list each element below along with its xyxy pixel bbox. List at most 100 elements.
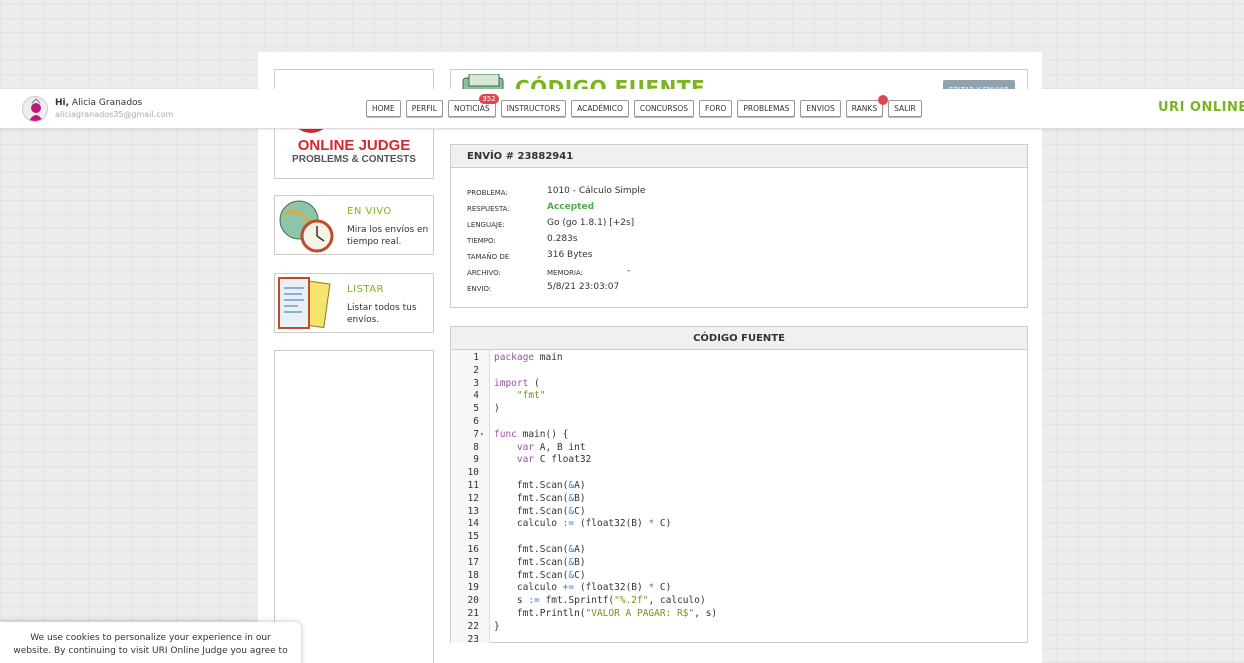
nav-salir-button[interactable]: SALIR xyxy=(888,100,922,117)
code-text: fmt.Scan(&C) xyxy=(494,569,586,582)
line-number: 2 xyxy=(473,364,479,376)
user-email: aliciagranados35@gmail.com xyxy=(55,110,174,119)
envio-label: PROBLEMA: xyxy=(467,189,508,197)
line-number: 14 xyxy=(467,518,479,530)
envio-value: 316 Bytes xyxy=(547,250,593,260)
envio-label: TAMAÑO DE xyxy=(467,253,510,261)
code-line: 11 fmt.Scan(&A) xyxy=(451,479,1027,492)
code-token: += xyxy=(562,582,575,594)
nav-academico-button[interactable]: ACADÉMICO xyxy=(571,100,629,117)
code-token: fmt.Println( xyxy=(494,608,586,619)
user-avatar-icon xyxy=(29,98,43,121)
nav-foro-button[interactable]: FORO xyxy=(699,100,733,117)
code-token: var xyxy=(516,441,535,453)
nav-home-button[interactable]: HOME xyxy=(366,100,401,117)
code-token: func xyxy=(494,428,517,440)
line-number: 19 xyxy=(467,582,479,594)
envio-value: 0.283s xyxy=(547,234,578,244)
envio-value: Accepted xyxy=(547,202,595,212)
envio-row: LENGUAJE: Go (go 1.8.1) [+2s] xyxy=(467,218,1007,234)
envio-row: RESPUESTA: Accepted xyxy=(467,202,1007,218)
code-text: fmt.Println("VALOR A PAGAR: R$", s) xyxy=(494,607,717,620)
line-number: 9 xyxy=(473,454,479,466)
code-line: 7 ▾ func main() { xyxy=(451,428,1027,441)
memory-label: MEMORIA: xyxy=(547,269,583,277)
envio-value[interactable]: 1010 - Cálculo Simple xyxy=(547,186,645,196)
line-number: 22 xyxy=(467,620,479,632)
globe-clock-icon xyxy=(279,200,334,253)
nav-label: NOTICIAS xyxy=(453,104,490,113)
nav-label: INSTRUCTORS xyxy=(506,104,561,113)
code-line: 22} xyxy=(451,620,1027,633)
envio-label: LENGUAJE: xyxy=(467,221,505,229)
nav-envios-button[interactable]: ENVIOS xyxy=(800,100,841,117)
sidebar-list-desc: Listar todos tus envíos. xyxy=(347,303,417,325)
code-text: var C float32 xyxy=(494,453,591,466)
envio-label: ARCHIVO: xyxy=(467,269,501,277)
code-line: 13 fmt.Scan(&C) xyxy=(451,505,1027,518)
code-token: C) xyxy=(654,582,672,594)
code-line: 20 s := fmt.Sprintf("%.2f", calculo) xyxy=(451,594,1027,607)
code-text: } xyxy=(494,620,500,633)
code-line: 1 package main xyxy=(451,351,1027,364)
code-line: 4 "fmt" xyxy=(451,389,1027,402)
sidebar-list-card[interactable]: LISTAR Listar todos tus envíos. xyxy=(274,273,434,333)
code-token: var xyxy=(516,454,535,466)
line-number: 4 xyxy=(473,390,479,402)
code-line: 12 fmt.Scan(&B) xyxy=(451,492,1027,505)
user-name[interactable]: Alicia Granados xyxy=(72,98,142,108)
code-text: calculo += (float32(B) * C) xyxy=(494,581,671,594)
nav-noticias-button[interactable]: NOTICIAS 352 xyxy=(447,94,499,117)
code-token: C) xyxy=(654,518,672,530)
sidebar-empty-box xyxy=(274,350,434,663)
code-text: import ( xyxy=(494,377,540,390)
fold-toggle-icon[interactable]: ▾ xyxy=(480,428,484,441)
code-line: 15 xyxy=(451,530,1027,543)
code-token: import xyxy=(494,377,529,389)
nav-label: RANKS xyxy=(851,104,878,113)
code-token: ( xyxy=(528,377,540,389)
code-token: "VALOR A PAGAR: R$" xyxy=(585,608,695,619)
envio-row: ENVIO: 5/8/21 23:03:07 xyxy=(467,282,1007,298)
nav-label: SALIR xyxy=(894,104,916,113)
brand-text[interactable]: URI ONLINE J xyxy=(1158,100,1244,115)
avatar[interactable] xyxy=(22,96,48,122)
code-text: fmt.Scan(&A) xyxy=(494,479,586,492)
code-token: calculo xyxy=(494,582,563,594)
code-token: main() { xyxy=(516,428,569,440)
code-text: fmt.Scan(&B) xyxy=(494,556,586,569)
envio-label: RESPUESTA: xyxy=(467,205,510,213)
code-token: B) xyxy=(574,492,586,504)
memory-value: - xyxy=(627,266,631,276)
code-editor[interactable]: 1 package main 2 3 import (4 "fmt" 5) 6 7 ▾ func … xyxy=(451,350,1027,645)
code-token: main xyxy=(534,352,563,363)
main-nav: HOME PERFIL NOTICIAS 352 INSTRUCTORS ACADÉMIC… xyxy=(366,94,922,117)
nav-label: ACADÉMICO xyxy=(577,104,623,113)
nav-instructors-button[interactable]: INSTRUCTORS xyxy=(500,100,567,117)
line-number: 11 xyxy=(467,480,479,491)
envio-row: PROBLEMA: 1010 - Cálculo Simple xyxy=(467,186,1007,202)
sidebar-live-card[interactable]: EN VIVO Mira los envíos en tiempo real. xyxy=(274,195,434,255)
code-token: s xyxy=(494,595,529,607)
code-line: 17 fmt.Scan(&B) xyxy=(451,556,1027,569)
code-token: := xyxy=(562,518,575,530)
logo-subtitle: PROBLEMS & CONTESTS xyxy=(292,154,416,165)
nav-ranks-button[interactable]: RANKS xyxy=(845,95,889,117)
code-token: A) xyxy=(574,480,586,491)
envio-label: ENVIO: xyxy=(467,285,492,293)
nav-problemas-button[interactable]: PROBLEMAS xyxy=(737,100,796,117)
cookie-text-line2: website. By continuing to visit URI Onli… xyxy=(13,646,288,656)
code-text: fmt.Scan(&C) xyxy=(494,505,586,518)
code-text: calculo := (float32(B) * C) xyxy=(494,517,671,530)
code-token: } xyxy=(494,620,500,632)
code-line: 8 var A, B int xyxy=(451,441,1027,454)
line-number: 6 xyxy=(473,416,479,427)
greeting-label: Hi, xyxy=(55,98,70,108)
code-token: C) xyxy=(574,569,586,581)
code-text: "fmt" xyxy=(494,389,546,402)
code-token: C) xyxy=(574,505,586,517)
nav-concursos-button[interactable]: CONCURSOS xyxy=(633,100,694,117)
nav-perfil-button[interactable]: PERFIL xyxy=(405,100,443,117)
